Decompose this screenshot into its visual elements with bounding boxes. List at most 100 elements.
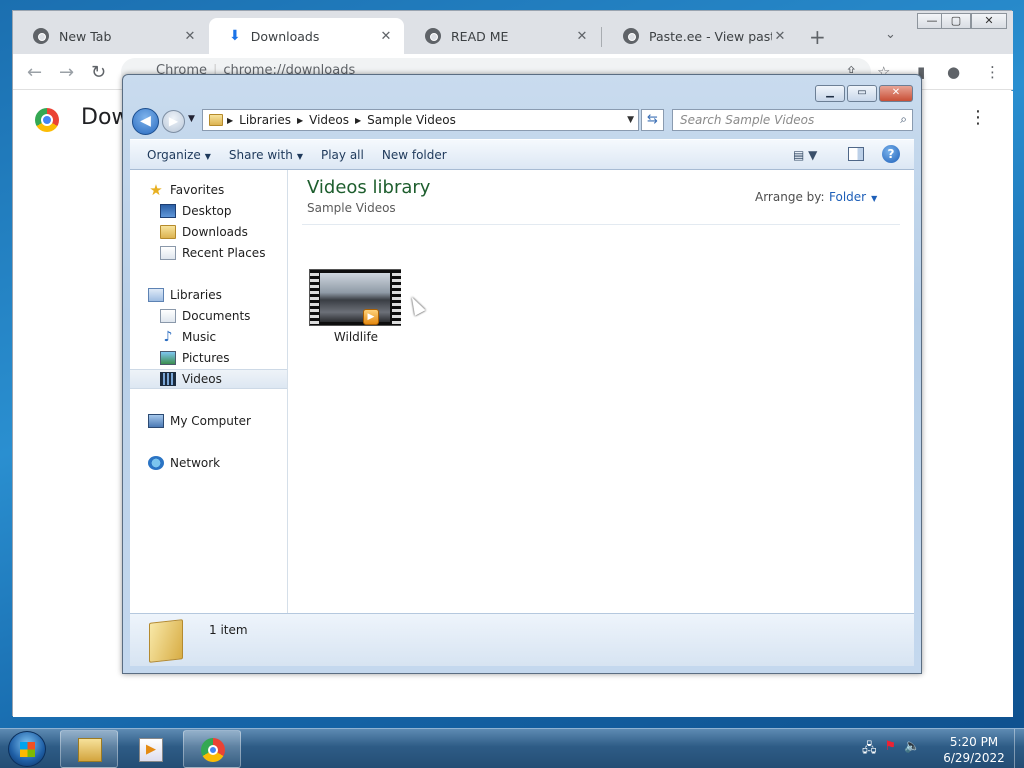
reload-icon[interactable]: ↻ (91, 62, 106, 83)
nav-recent-places[interactable]: Recent Places (160, 243, 265, 263)
tab-close-icon[interactable]: ✕ (574, 29, 590, 44)
forward-button[interactable]: ▶ (162, 110, 185, 133)
nav-downloads[interactable]: Downloads (160, 222, 248, 242)
film-sprocket (392, 270, 401, 325)
back-arrow-icon[interactable]: ← (27, 62, 42, 83)
change-view-icon[interactable]: ▤ ▼ (793, 148, 817, 162)
search-input[interactable]: Search Sample Videos ⌕ (672, 109, 913, 131)
chrome-maximize-button[interactable]: ▢ (941, 13, 971, 29)
show-desktop-button[interactable] (1014, 729, 1024, 768)
nav-label: Videos (182, 372, 222, 386)
details-pane: 1 item (130, 613, 914, 666)
volume-icon[interactable]: 🔈 (904, 739, 920, 761)
arrange-by-dropdown[interactable]: Folder ▼ (829, 190, 877, 204)
breadcrumb-arrow-icon[interactable]: ▶ (297, 116, 303, 125)
taskbar-explorer-button[interactable] (60, 730, 118, 768)
tab-read-me[interactable]: READ ME ✕ (405, 18, 600, 54)
tab-downloads[interactable]: ⬇ Downloads ✕ (209, 18, 404, 54)
nav-label: Recent Places (182, 246, 266, 260)
chrome-close-button[interactable]: ✕ (971, 13, 1007, 29)
taskbar-media-player-button[interactable]: ▶ (121, 730, 179, 768)
tab-new-tab[interactable]: New Tab ✕ (13, 18, 208, 54)
nav-pictures[interactable]: Pictures (160, 348, 230, 368)
libraries-icon (148, 288, 164, 302)
search-icon[interactable]: ⌕ (900, 112, 907, 127)
library-subtitle: Sample Videos (307, 201, 396, 215)
pictures-icon (160, 351, 176, 365)
recent-places-icon (160, 246, 176, 260)
star-icon: ★ (149, 181, 163, 199)
chrome-logo-icon (201, 738, 225, 762)
new-folder-button[interactable]: New folder (373, 148, 456, 162)
video-thumbnail[interactable] (309, 269, 401, 326)
system-tray: 🖧 ⚑ 🔈 (862, 739, 920, 761)
music-note-icon: ♪ (163, 329, 173, 345)
wildlife-preview-image (320, 273, 390, 322)
explorer-close-button[interactable]: ✕ (879, 85, 913, 102)
explorer-maximize-button[interactable]: ▭ (847, 85, 877, 102)
windows-logo-icon (20, 742, 35, 757)
media-player-badge-icon: ▶ (363, 309, 379, 325)
taskbar: ▶ 🖧 ⚑ 🔈 5:20 PM 6/29/2022 (0, 728, 1024, 768)
nav-label: Desktop (182, 204, 232, 218)
breadcrumb-sample-videos[interactable]: Sample Videos (367, 113, 456, 127)
nav-libraries[interactable]: Libraries (148, 285, 222, 305)
videos-icon (160, 372, 176, 386)
computer-icon (148, 414, 164, 428)
share-with-button[interactable]: Share with ▼ (220, 148, 312, 162)
organize-label: Organize (147, 147, 201, 162)
start-button[interactable] (8, 731, 46, 767)
arrange-by-label: Arrange by: (755, 190, 825, 204)
chrome-favicon-icon (33, 28, 49, 44)
forward-arrow-icon[interactable]: → (59, 62, 74, 83)
breadcrumb-videos[interactable]: Videos (309, 113, 349, 127)
nav-favorites[interactable]: ★ Favorites (148, 180, 224, 200)
downloads-menu-icon[interactable]: ⋮ (969, 107, 987, 128)
profile-avatar-icon[interactable]: ● (947, 63, 960, 81)
tab-paste-ee[interactable]: Paste.ee - View paste H ✕ (603, 18, 798, 54)
file-name-label[interactable]: Wildlife (308, 330, 404, 344)
taskbar-chrome-button[interactable] (183, 730, 241, 768)
nav-my-computer[interactable]: My Computer (148, 411, 251, 431)
explorer-minimize-button[interactable]: ▁ (815, 85, 845, 102)
divider (302, 224, 900, 225)
network-tray-icon[interactable]: 🖧 (862, 739, 877, 761)
chevron-down-icon: ▼ (871, 194, 878, 203)
search-placeholder: Search Sample Videos (680, 113, 815, 127)
breadcrumb-arrow-icon[interactable]: ▶ (355, 116, 361, 125)
tab-close-icon[interactable]: ✕ (378, 29, 394, 44)
back-button[interactable]: ◀ (132, 108, 159, 135)
chrome-menu-icon[interactable]: ⋮ (985, 63, 1000, 81)
action-center-flag-icon[interactable]: ⚑ (885, 739, 897, 761)
tab-close-icon[interactable]: ✕ (772, 29, 788, 44)
address-bar[interactable]: ▶ Libraries ▶ Videos ▶ Sample Videos ▼ (202, 109, 639, 131)
share-with-label: Share with (228, 147, 293, 162)
recent-pages-dropdown-icon[interactable]: ▼ (188, 114, 195, 124)
tab-title: Paste.ee - View paste H (649, 28, 772, 44)
nav-network[interactable]: Network (148, 453, 220, 473)
nav-music[interactable]: ♪ Music (160, 327, 217, 347)
tab-close-icon[interactable]: ✕ (182, 29, 198, 44)
nav-label: Music (182, 330, 217, 344)
breadcrumb-arrow-icon[interactable]: ▶ (227, 116, 233, 125)
nav-documents[interactable]: Documents (160, 306, 250, 326)
new-tab-button[interactable]: + (809, 27, 826, 47)
tab-title: READ ME (451, 28, 509, 44)
breadcrumb-libraries[interactable]: Libraries (239, 113, 291, 127)
play-all-button[interactable]: Play all (312, 148, 373, 162)
help-icon[interactable]: ? (882, 145, 900, 163)
nav-label: Libraries (170, 288, 222, 302)
network-icon (148, 456, 164, 470)
address-dropdown-icon[interactable]: ▼ (623, 115, 638, 125)
nav-desktop[interactable]: Desktop (160, 201, 232, 221)
tab-search-chevron-icon[interactable]: ⌄ (885, 27, 896, 42)
forward-arrow-icon: ▶ (168, 114, 179, 128)
nav-videos[interactable]: Videos (130, 369, 287, 389)
clock[interactable]: 5:20 PM 6/29/2022 (934, 734, 1014, 766)
clock-time: 5:20 PM (949, 735, 999, 749)
organize-button[interactable]: Organize ▼ (138, 148, 220, 162)
item-count: 1 item (209, 623, 248, 637)
refresh-button[interactable]: ⇆ (641, 109, 664, 131)
preview-pane-icon[interactable] (848, 147, 864, 161)
download-icon: ⬇ (229, 28, 241, 44)
